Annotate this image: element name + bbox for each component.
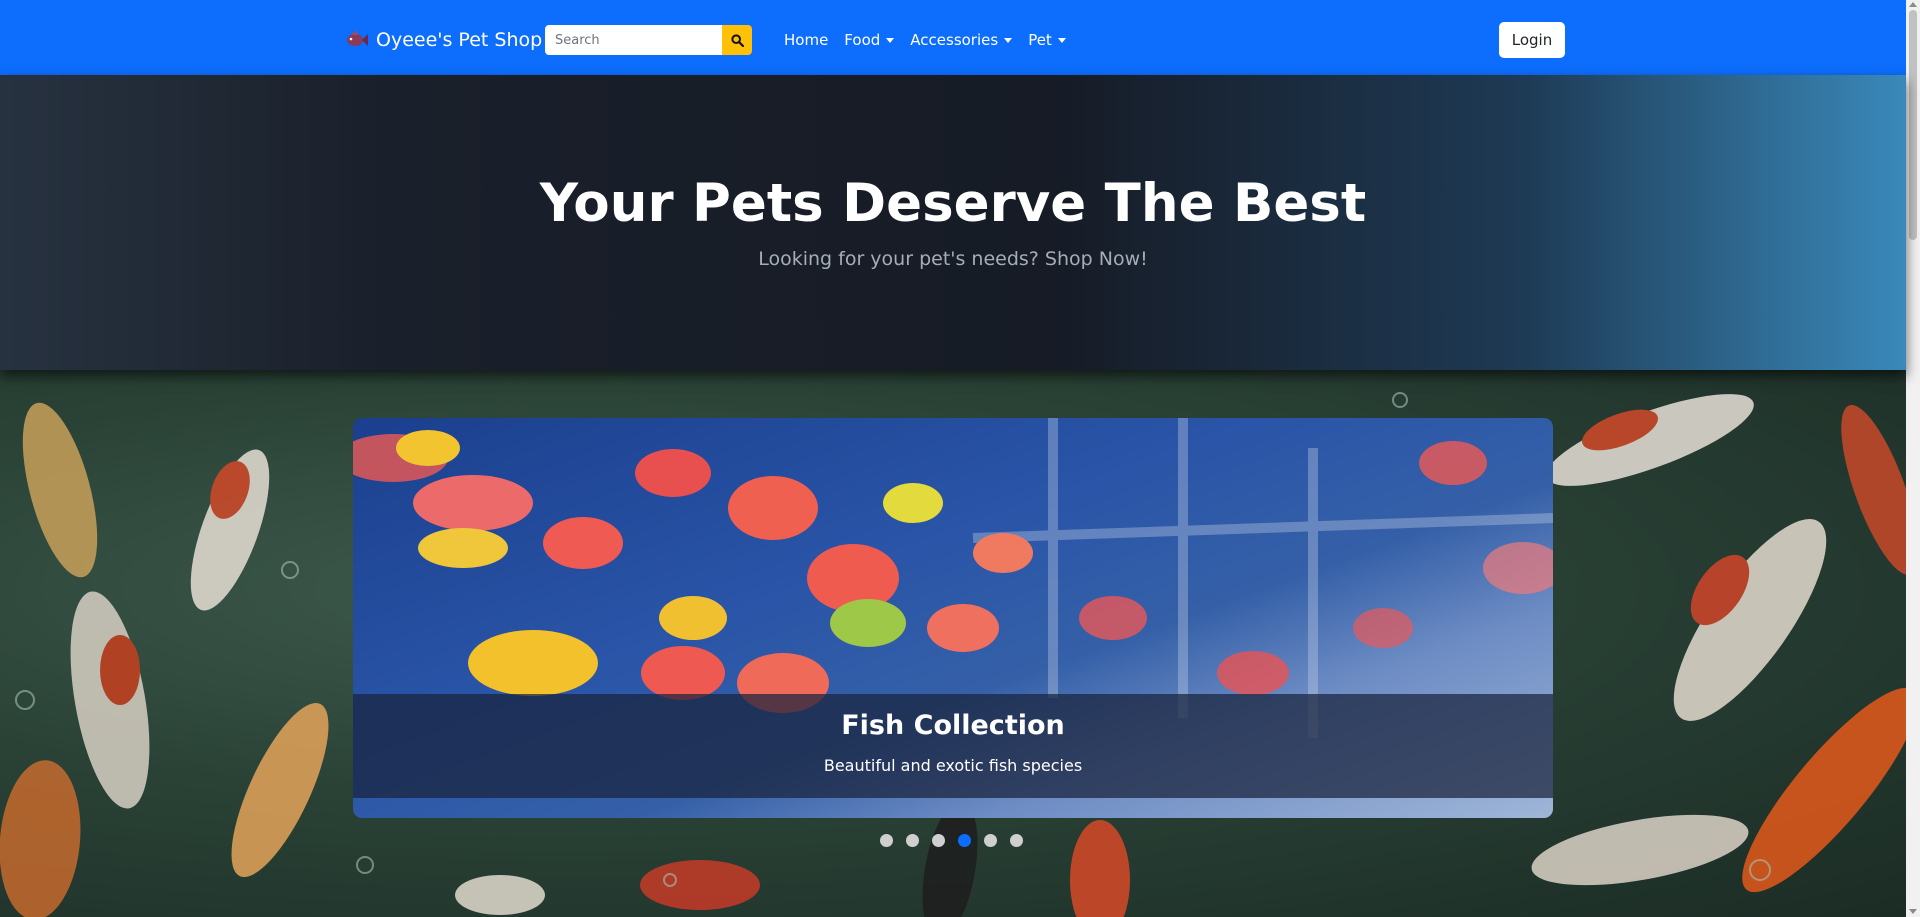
carousel-indicator-3[interactable] (932, 834, 945, 847)
search-input[interactable] (545, 25, 722, 55)
carousel-indicator-1[interactable] (880, 834, 893, 847)
brand[interactable]: Oyeee's Pet Shop (344, 24, 542, 56)
slide-description: Beautiful and exotic fish species (823, 756, 1083, 775)
caret-down-icon (886, 37, 895, 43)
hero-banner: Your Pets Deserve The Best Looking for y… (0, 75, 1906, 370)
nav-link-label: Pet (1028, 31, 1052, 49)
scroll-up-arrow-icon[interactable] (1909, 2, 1917, 7)
carousel-slide[interactable]: Fish Collection Beautiful and exotic fis… (353, 418, 1553, 818)
nav-dropdown-pet[interactable]: Pet (1020, 31, 1074, 49)
nav-dropdown-accessories[interactable]: Accessories (902, 31, 1020, 49)
login-button[interactable]: Login (1499, 22, 1565, 58)
brand-name: Oyeee's Pet Shop (376, 29, 543, 51)
page-scrollbar[interactable] (1906, 0, 1920, 917)
search-icon (730, 33, 744, 47)
scroll-down-arrow-icon[interactable] (1909, 909, 1917, 914)
navbar: Oyeee's Pet Shop Home Food Accessories P… (0, 0, 1906, 75)
fish-icon (347, 30, 368, 46)
carousel-indicator-6[interactable] (1010, 834, 1023, 847)
search-button[interactable] (722, 25, 752, 55)
scrollbar-thumb[interactable] (1909, 10, 1917, 240)
nav-link-label: Home (784, 31, 829, 49)
hero-subtitle: Looking for your pet's needs? Shop Now! (758, 248, 1148, 270)
carousel-indicators (880, 834, 1023, 847)
hero-title: Your Pets Deserve The Best (539, 173, 1367, 234)
carousel-indicator-2[interactable] (906, 834, 919, 847)
nav-dropdown-food[interactable]: Food (836, 31, 902, 49)
nav-link-home[interactable]: Home (776, 31, 836, 49)
nav-links: Home Food Accessories Pet (776, 27, 1074, 53)
nav-link-label: Food (844, 31, 881, 49)
caret-down-icon (1057, 37, 1066, 43)
carousel-caption: Fish Collection Beautiful and exotic fis… (353, 694, 1553, 798)
nav-link-label: Accessories (910, 31, 999, 49)
carousel-indicator-5[interactable] (984, 834, 997, 847)
caret-down-icon (1004, 37, 1013, 43)
search-form (545, 25, 752, 55)
slide-title: Fish Collection (841, 710, 1065, 741)
carousel-indicator-4[interactable] (958, 834, 971, 847)
